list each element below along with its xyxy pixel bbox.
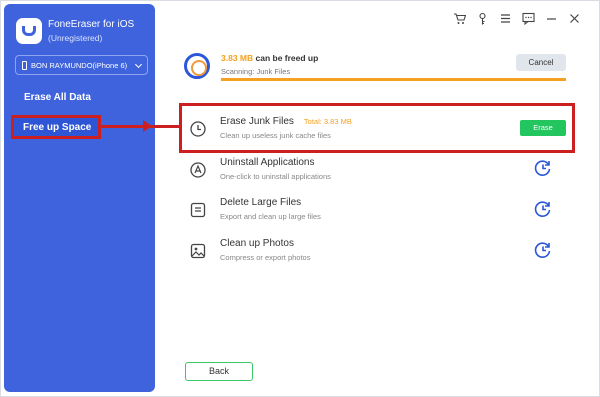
list-item-delete-large-files: Delete Large Files Export and clean up l… xyxy=(189,197,569,233)
registration-status: (Unregistered) xyxy=(48,33,103,43)
feedback-icon[interactable] xyxy=(522,12,535,25)
item-description: Compress or export photos xyxy=(220,253,311,262)
highlight-arrow xyxy=(143,120,152,132)
rescan-icon[interactable] xyxy=(533,240,553,260)
chevron-down-icon xyxy=(134,60,143,69)
key-icon[interactable] xyxy=(476,12,489,25)
rescan-icon[interactable] xyxy=(533,199,553,219)
list-item-erase-junk-files: Erase Junk Files Total: 3.83 MB Clean up … xyxy=(189,116,569,152)
title-controls xyxy=(453,12,581,25)
minimize-icon[interactable] xyxy=(545,12,558,25)
cart-icon[interactable] xyxy=(453,12,466,25)
back-button[interactable]: Back xyxy=(185,362,253,381)
device-selector[interactable]: BON RAYMUNDO(iPhone 6) xyxy=(15,55,148,75)
freed-summary: 3.83 MB can be freed up xyxy=(221,53,318,63)
item-description: One-click to uninstall applications xyxy=(220,172,331,181)
app-window: FoneEraser for iOS (Unregistered) BON RA… xyxy=(0,0,600,397)
item-title: Erase Junk Files Total: 3.83 MB xyxy=(220,116,352,127)
document-icon xyxy=(190,202,206,218)
list-item-clean-up-photos: Clean up Photos Compress or export photo… xyxy=(189,238,569,274)
sidebar-item-erase-all-data[interactable]: Erase All Data xyxy=(24,92,91,103)
item-title-text: Erase Junk Files xyxy=(220,116,294,127)
scan-progress-bar xyxy=(221,78,566,81)
app-logo-icon xyxy=(16,18,42,44)
clock-icon xyxy=(190,121,206,137)
rescan-icon[interactable] xyxy=(533,158,553,178)
phone-icon xyxy=(22,60,27,70)
item-description: Clean up useless junk cache files xyxy=(220,131,331,140)
freed-size: 3.83 MB xyxy=(221,53,254,63)
app-name: FoneEraser for iOS xyxy=(48,19,135,30)
item-title: Clean up Photos xyxy=(220,238,294,249)
item-description: Export and clean up large files xyxy=(220,212,321,221)
item-title: Delete Large Files xyxy=(220,197,302,208)
close-icon[interactable] xyxy=(568,12,581,25)
scan-status-text: Scanning: Junk Files xyxy=(221,67,291,76)
photo-icon xyxy=(190,243,206,259)
sidebar: FoneEraser for iOS (Unregistered) BON RA… xyxy=(4,4,155,392)
item-total: Total: 3.83 MB xyxy=(303,117,352,126)
list-item-uninstall-applications: Uninstall Applications One-click to unin… xyxy=(189,157,569,193)
cancel-button[interactable]: Cancel xyxy=(516,54,566,71)
highlight-connector xyxy=(101,125,182,128)
scan-status-icon xyxy=(184,53,210,79)
menu-icon[interactable] xyxy=(499,12,512,25)
freed-text: can be freed up xyxy=(255,53,319,63)
scan-progress-fill xyxy=(221,78,566,81)
app-store-icon xyxy=(190,162,206,178)
item-title: Uninstall Applications xyxy=(220,157,315,168)
sidebar-item-free-up-space[interactable]: Free up Space xyxy=(11,115,101,139)
erase-button[interactable]: Erase xyxy=(520,120,566,136)
device-name: BON RAYMUNDO(iPhone 6) xyxy=(31,60,128,70)
